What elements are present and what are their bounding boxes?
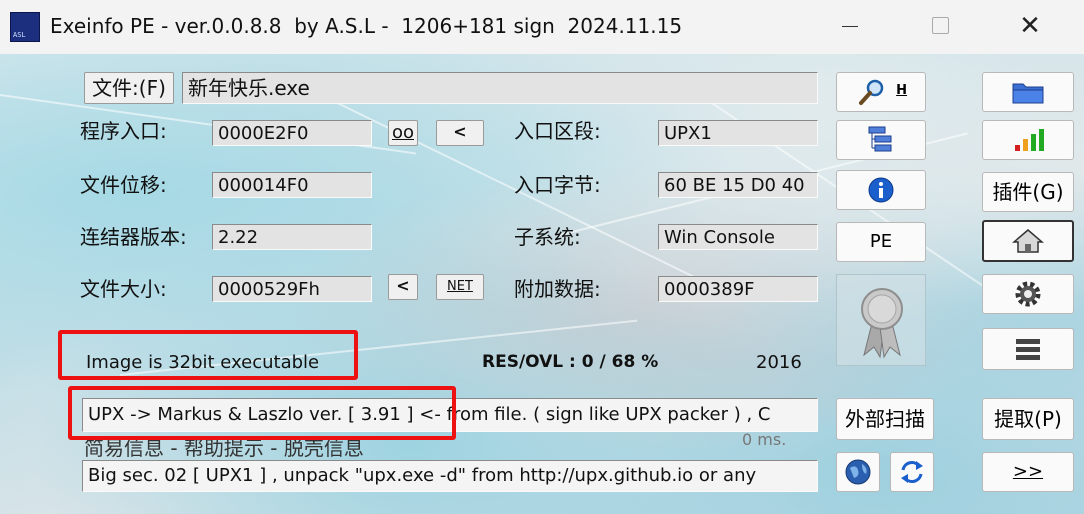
award-panel bbox=[836, 274, 926, 366]
timing-text: 0 ms. bbox=[742, 430, 787, 449]
rescan-button[interactable] bbox=[890, 452, 934, 492]
hint-text-field[interactable]: Big sec. 02 [ UPX1 ] , unpack "upx.exe -… bbox=[82, 460, 818, 492]
search-hotkey-label: H bbox=[896, 83, 907, 98]
info-icon bbox=[868, 177, 894, 203]
overlay-field[interactable]: 0000389F bbox=[658, 276, 818, 302]
highlight-box-image-type bbox=[58, 330, 358, 380]
home-button[interactable] bbox=[982, 220, 1074, 262]
external-scan-button[interactable]: 外部扫描 bbox=[836, 398, 934, 440]
highlight-box-detection bbox=[68, 386, 456, 440]
online-lookup-button[interactable] bbox=[836, 452, 880, 492]
entry-prev-button[interactable]: < bbox=[436, 120, 484, 146]
entry-point-label: 程序入口: bbox=[80, 119, 167, 143]
search-button[interactable]: H bbox=[836, 72, 926, 112]
file-size-field[interactable]: 0000529Fh bbox=[212, 276, 372, 302]
file-offset-label: 文件位移: bbox=[80, 173, 167, 197]
res-ovl-text: RES/OVL : 0 / 68 % bbox=[482, 352, 659, 372]
year-text: 2016 bbox=[756, 352, 802, 373]
gear-icon bbox=[1015, 281, 1041, 307]
pe-button[interactable]: PE bbox=[836, 222, 926, 262]
subsystem-label: 子系统: bbox=[514, 225, 581, 249]
file-size-label: 文件大小: bbox=[80, 277, 167, 301]
extract-button[interactable]: 提取(P) bbox=[982, 398, 1074, 440]
main-panel: 文件:(F) 新年快乐.exe 程序入口: 文件位移: 连结器版本: 文件大小:… bbox=[0, 54, 1084, 514]
menu-button[interactable] bbox=[982, 328, 1074, 370]
globe-icon bbox=[845, 459, 871, 485]
app-icon[interactable]: ASL bbox=[10, 12, 40, 42]
size-prev-button[interactable]: < bbox=[388, 274, 418, 300]
plugins-button[interactable]: 插件(G) bbox=[982, 172, 1074, 212]
info-button[interactable] bbox=[836, 170, 926, 210]
folder-icon bbox=[1012, 83, 1044, 104]
linker-version-label: 连结器版本: bbox=[80, 225, 187, 249]
file-offset-field[interactable]: 000014F0 bbox=[212, 172, 372, 198]
refresh-icon bbox=[901, 461, 923, 483]
structure-button[interactable] bbox=[836, 120, 926, 160]
linker-version-field[interactable]: 2.22 bbox=[212, 224, 372, 250]
first-bytes-label: 入口字节: bbox=[514, 173, 601, 197]
title-bar: ASL Exeinfo PE - ver.0.0.8.8 by A.S.L - … bbox=[0, 0, 1084, 54]
file-open-button[interactable]: 文件:(F) bbox=[84, 72, 174, 104]
menu-lines-icon bbox=[1016, 339, 1040, 360]
settings-button[interactable] bbox=[982, 274, 1074, 314]
ep-section-field[interactable]: UPX1 bbox=[658, 120, 818, 146]
minimize-button[interactable] bbox=[820, 6, 880, 46]
signal-bars-icon bbox=[1015, 129, 1044, 151]
ep-section-label: 入口区段: bbox=[514, 119, 601, 143]
maximize-button[interactable] bbox=[910, 6, 970, 46]
award-ribbon-icon bbox=[861, 288, 903, 359]
open-folder-button[interactable] bbox=[982, 72, 1074, 112]
home-icon bbox=[1011, 229, 1045, 253]
first-bytes-field[interactable]: 60 BE 15 D0 40 bbox=[658, 172, 818, 198]
close-button[interactable]: ✕ bbox=[1000, 6, 1060, 46]
oo-button[interactable]: oo bbox=[388, 120, 418, 146]
net-button[interactable]: NET bbox=[436, 274, 484, 300]
tree-icon bbox=[868, 126, 892, 152]
window-title: Exeinfo PE - ver.0.0.8.8 by A.S.L - 1206… bbox=[50, 14, 683, 38]
file-name-field[interactable]: 新年快乐.exe bbox=[182, 72, 818, 104]
overlay-label: 附加数据: bbox=[514, 277, 601, 301]
entry-point-field[interactable]: 0000E2F0 bbox=[212, 120, 372, 146]
next-button[interactable]: >> bbox=[982, 452, 1074, 492]
subsystem-field[interactable]: Win Console bbox=[658, 224, 818, 250]
exeinfo-window: ASL Exeinfo PE - ver.0.0.8.8 by A.S.L - … bbox=[0, 0, 1084, 514]
stats-button[interactable] bbox=[982, 120, 1074, 160]
